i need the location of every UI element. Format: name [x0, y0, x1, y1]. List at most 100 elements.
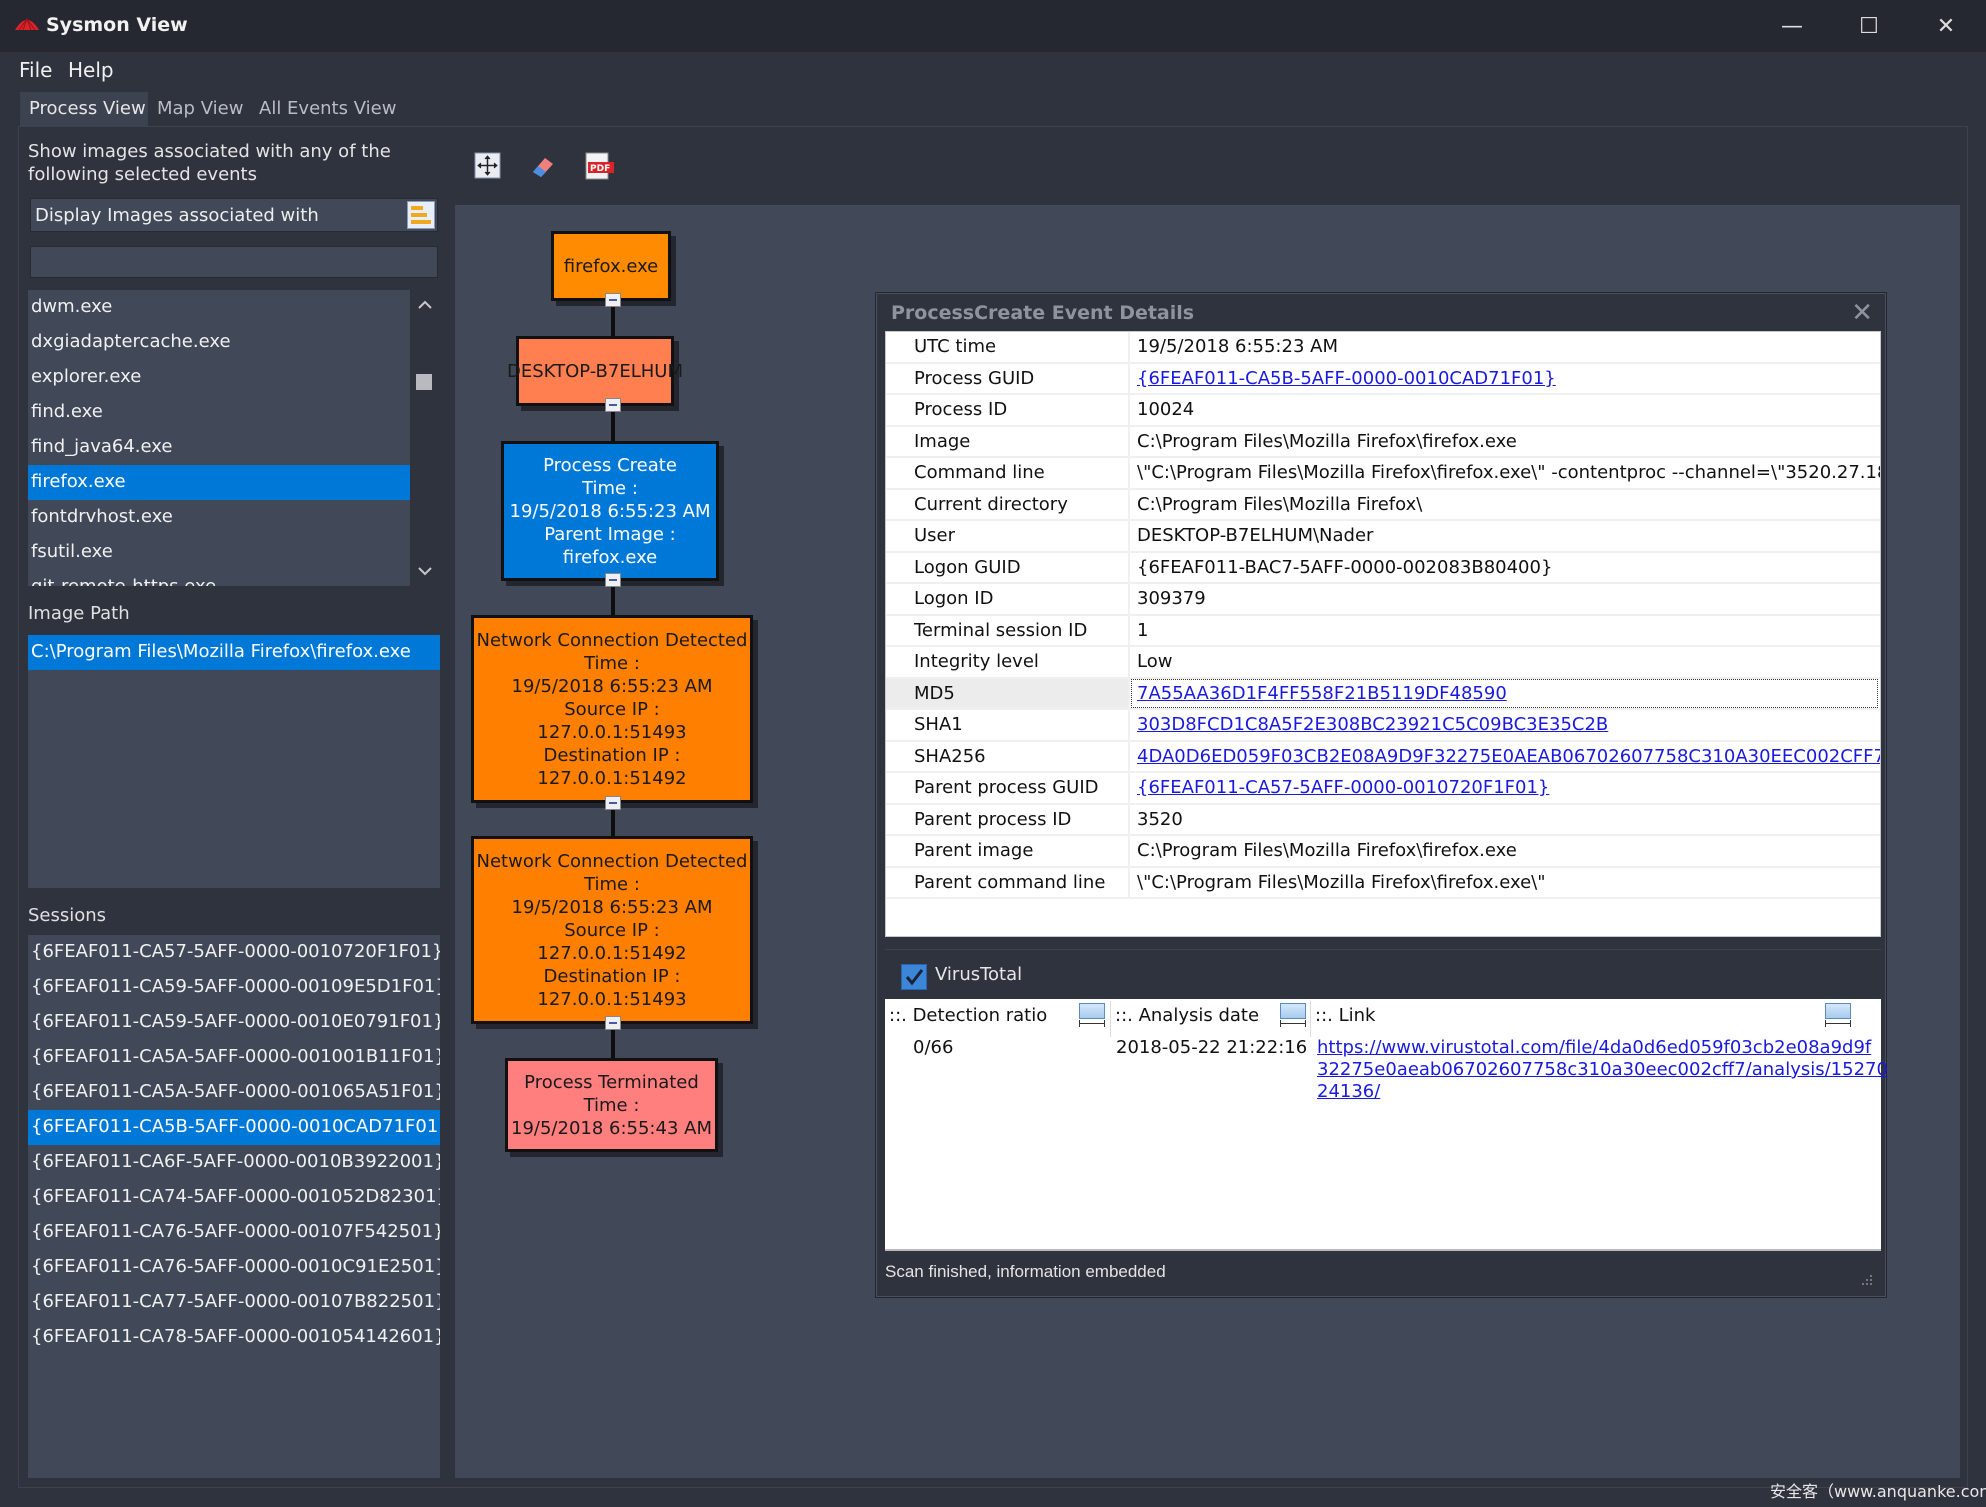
tab-all-events-view[interactable]: All Events View: [250, 92, 405, 126]
clear-button[interactable]: [529, 152, 557, 180]
image-list-scrollbar[interactable]: [410, 290, 438, 586]
collapse-node-icon[interactable]: [605, 796, 621, 810]
collapse-node-icon[interactable]: [605, 293, 621, 307]
collapse-node-icon[interactable]: [605, 1016, 621, 1030]
image-path-list[interactable]: C:\Program Files\Mozilla Firefox\firefox…: [28, 635, 440, 888]
graph-node-host[interactable]: DESKTOP-B7ELHUM: [507, 336, 683, 406]
property-row[interactable]: Parent process GUID {6FEAF011-CA57-5AFF-0…: [886, 773, 1880, 805]
maximize-button[interactable]: ☐: [1841, 8, 1897, 44]
virustotal-link-line[interactable]: 32275e0aeab06702607758c310a30eec002cff7/…: [1317, 1059, 1888, 1081]
graph-node-image[interactable]: firefox.exe: [551, 231, 671, 301]
autosize-column-icon[interactable]: [1825, 1003, 1851, 1029]
property-key: Terminal session ID: [914, 619, 1088, 641]
list-item[interactable]: {6FEAF011-CA77-5AFF-0000-00107B822501}: [28, 1285, 440, 1320]
property-key: Parent command line: [914, 871, 1106, 893]
property-row[interactable]: Current directory C:\Program Files\Mozill…: [886, 489, 1880, 521]
autosize-column-icon[interactable]: [1280, 1003, 1306, 1029]
list-item-selected[interactable]: {6FEAF011-CA5B-5AFF-0000-0010CAD71F01}: [28, 1110, 440, 1145]
list-item[interactable]: fontdrvhost.exe: [28, 500, 410, 535]
graph-node-text: firefox.exe: [563, 255, 659, 277]
list-item[interactable]: {6FEAF011-CA5A-5AFF-0000-001065A51F01}: [28, 1075, 440, 1110]
menu-help[interactable]: Help: [68, 58, 114, 82]
virustotal-checkbox[interactable]: [901, 964, 927, 990]
collapse-node-icon[interactable]: [605, 398, 621, 412]
image-search-input[interactable]: [30, 246, 438, 278]
property-value-link[interactable]: {6FEAF011-CA57-5AFF-0000-0010720F1F01}: [1137, 777, 1549, 798]
list-item[interactable]: {6FEAF011-CA76-5AFF-0000-00107F542501}: [28, 1215, 440, 1250]
close-details-icon[interactable]: ✕: [1851, 298, 1873, 328]
graph-node-network-connection[interactable]: Network Connection Detected Time :19/5/20…: [471, 615, 753, 803]
property-row[interactable]: Parent image C:\Program Files\Mozilla Fir…: [886, 836, 1880, 868]
list-item-selected[interactable]: firefox.exe: [28, 465, 410, 500]
filter-combo[interactable]: Display Images associated with: [30, 198, 438, 232]
list-item[interactable]: git-remote-https.exe: [28, 570, 410, 586]
list-item[interactable]: {6FEAF011-CA76-5AFF-0000-0010C91E2501}: [28, 1250, 440, 1285]
list-item[interactable]: find.exe: [28, 395, 410, 430]
collapse-node-icon[interactable]: [605, 573, 621, 587]
property-row[interactable]: Logon ID 309379: [886, 584, 1880, 616]
fit-to-screen-button[interactable]: [474, 152, 502, 180]
autosize-column-icon[interactable]: [1079, 1003, 1105, 1029]
eraser-icon: [533, 158, 553, 177]
virustotal-link-line[interactable]: 24136/: [1317, 1081, 1888, 1103]
property-row[interactable]: Image C:\Program Files\Mozilla Firefox\fi…: [886, 426, 1880, 458]
list-item[interactable]: {6FEAF011-CA59-5AFF-0000-00109E5D1F01}: [28, 970, 440, 1005]
property-row[interactable]: MD5 7A55AA36D1F4FF558F21B5119DF48590: [886, 678, 1880, 710]
property-row[interactable]: Process ID 10024: [886, 395, 1880, 427]
menu-file[interactable]: File: [19, 58, 52, 82]
virustotal-link[interactable]: https://www.virustotal.com/file/4da0d6ed…: [1317, 1037, 1888, 1103]
scroll-down-icon[interactable]: [418, 566, 432, 576]
property-row[interactable]: User DESKTOP-B7ELHUM\Nader: [886, 521, 1880, 553]
property-row[interactable]: Process GUID {6FEAF011-CA5B-5AFF-0000-001…: [886, 363, 1880, 395]
list-item[interactable]: {6FEAF011-CA59-5AFF-0000-0010E0791F01}: [28, 1005, 440, 1040]
graph-node-network-connection[interactable]: Network Connection Detected Time :19/5/20…: [471, 836, 753, 1024]
property-value-link[interactable]: 303D8FCD1C8A5F2E308BC23921C5C09BC3E35C2B: [1137, 714, 1608, 735]
property-value: {6FEAF011-BAC7-5AFF-0000-002083B80400}: [1137, 556, 1553, 578]
list-item[interactable]: {6FEAF011-CA78-5AFF-0000-001054142601}: [28, 1320, 440, 1355]
property-row[interactable]: SHA256 4DA0D6ED059F03CB2E08A9D9F32275E0AE…: [886, 741, 1880, 773]
property-row[interactable]: SHA1 303D8FCD1C8A5F2E308BC23921C5C09BC3E3…: [886, 710, 1880, 742]
tab-process-view[interactable]: Process View: [20, 92, 148, 126]
property-key: Process GUID: [914, 367, 1035, 389]
graph-node-process-create[interactable]: Process Create Time :19/5/2018 6:55:23 AM…: [501, 441, 719, 581]
property-row[interactable]: Logon GUID {6FEAF011-BAC7-5AFF-0000-00208…: [886, 552, 1880, 584]
property-row[interactable]: Command line \"C:\Program Files\Mozilla F…: [886, 458, 1880, 490]
list-item[interactable]: find_java64.exe: [28, 430, 410, 465]
scrollbar-thumb[interactable]: [416, 374, 432, 390]
list-item[interactable]: {6FEAF011-CA6F-5AFF-0000-0010B3922001}: [28, 1145, 440, 1180]
property-key: Image: [914, 430, 971, 452]
virustotal-link-line[interactable]: https://www.virustotal.com/file/4da0d6ed…: [1317, 1037, 1888, 1059]
list-item[interactable]: fsutil.exe: [28, 535, 410, 570]
sessions-list[interactable]: {6FEAF011-CA57-5AFF-0000-0010720F1F01} {…: [28, 935, 440, 1478]
property-row[interactable]: Parent process ID 3520: [886, 804, 1880, 836]
property-row[interactable]: Parent command line \"C:\Program Files\Mo…: [886, 867, 1880, 899]
property-row[interactable]: Terminal session ID 1: [886, 615, 1880, 647]
list-options-icon[interactable]: [407, 201, 435, 229]
close-window-button[interactable]: ✕: [1918, 8, 1974, 44]
property-key: Command line: [914, 462, 1045, 483]
graph-node-text: Source IP :: [564, 698, 660, 720]
list-item[interactable]: explorer.exe: [28, 360, 410, 395]
virustotal-header: VirusTotal: [885, 949, 1881, 999]
list-item[interactable]: {6FEAF011-CA5A-5AFF-0000-001001B11F01}: [28, 1040, 440, 1075]
list-item[interactable]: {6FEAF011-CA57-5AFF-0000-0010720F1F01}: [28, 935, 440, 970]
column-header-link[interactable]: ::. Link: [1315, 1005, 1375, 1026]
list-item[interactable]: dwm.exe: [28, 290, 410, 325]
property-value-link[interactable]: 4DA0D6ED059F03CB2E08A9D9F32275E0AEAB0670…: [1137, 746, 1880, 767]
list-item-selected[interactable]: C:\Program Files\Mozilla Firefox\firefox…: [28, 635, 440, 670]
list-item[interactable]: dxgiadaptercache.exe: [28, 325, 410, 360]
export-pdf-button[interactable]: PDF: [584, 152, 614, 180]
column-header-detection-ratio[interactable]: ::. Detection ratio: [889, 1005, 1047, 1026]
graph-node-process-terminated[interactable]: Process Terminated Time :19/5/2018 6:55:4…: [505, 1058, 718, 1152]
property-value-link[interactable]: {6FEAF011-CA5B-5AFF-0000-0010CAD71F01}: [1137, 368, 1556, 389]
column-header-analysis-date[interactable]: ::. Analysis date: [1115, 1005, 1259, 1026]
tab-map-view[interactable]: Map View: [148, 92, 252, 126]
list-item[interactable]: {6FEAF011-CA74-5AFF-0000-001052D82301}: [28, 1180, 440, 1215]
graph-node-text: 19/5/2018 6:55:23 AM: [511, 675, 713, 697]
image-list[interactable]: dwm.exe dxgiadaptercache.exe explorer.ex…: [28, 290, 410, 586]
scroll-up-icon[interactable]: [418, 300, 432, 310]
minimize-button[interactable]: —: [1764, 8, 1820, 44]
property-row[interactable]: UTC time 19/5/2018 6:55:23 AM: [886, 332, 1880, 364]
resize-grip-icon[interactable]: [1861, 1274, 1873, 1286]
property-row[interactable]: Integrity level Low: [886, 647, 1880, 679]
